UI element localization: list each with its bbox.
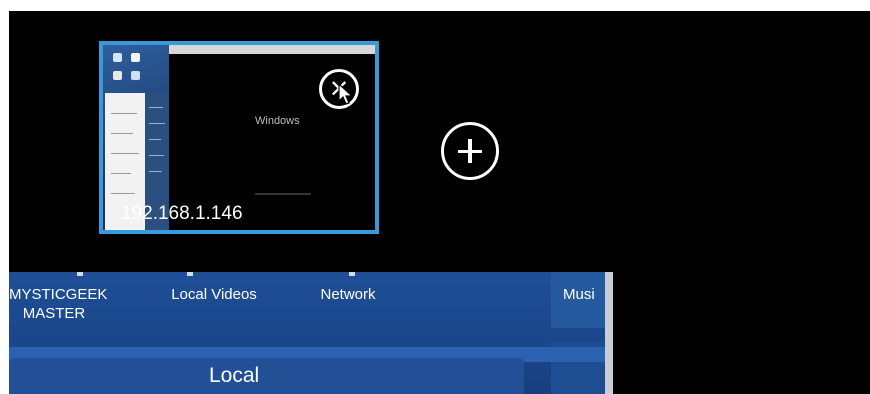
mouse-pointer-icon	[338, 83, 354, 105]
remote-windows-text: Windows	[255, 115, 300, 127]
remote-window-titlebar	[169, 45, 375, 54]
remote-desktop-sessions-screen: Windows ✕ 192.168.1.146 Local MYSTICGEEK…	[9, 11, 870, 394]
panel-scrollbar[interactable]	[605, 272, 613, 394]
session-tile[interactable]: Windows ✕ 192.168.1.146	[99, 41, 379, 234]
local-section-title: Local	[209, 364, 260, 387]
nav-item-network[interactable]: Network	[307, 285, 389, 304]
nav-item-local-videos[interactable]: Local Videos	[159, 285, 269, 304]
local-section-header[interactable]: Local	[9, 358, 524, 394]
media-center-panel: Local MYSTICGEEK MASTER Local Videos Net…	[9, 272, 613, 394]
session-ip-label: 192.168.1.146	[121, 203, 243, 224]
nav-item-music[interactable]: Musi	[563, 285, 605, 304]
nav-item-mysticgeek-master[interactable]: MYSTICGEEK MASTER	[9, 285, 107, 323]
remote-status-line	[255, 193, 311, 195]
add-session-button[interactable]	[441, 122, 499, 180]
